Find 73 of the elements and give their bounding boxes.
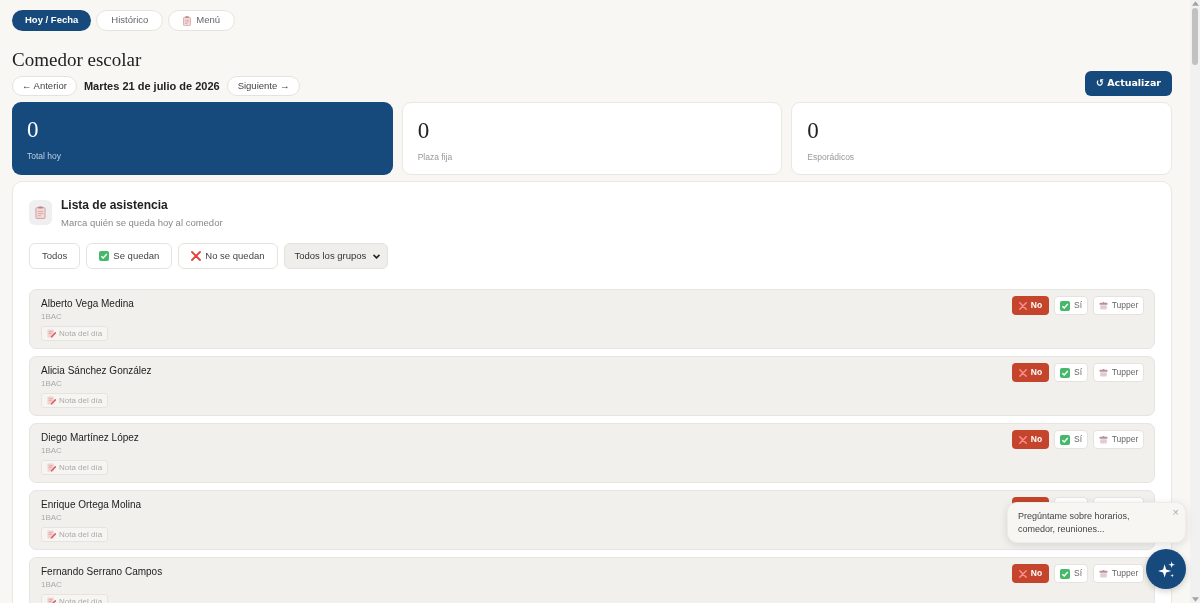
refresh-button[interactable]: ↺ Actualizar (1084, 71, 1172, 96)
stat-label: Total hoy (27, 151, 63, 162)
current-date: Martes 21 de julio de 2026 (83, 78, 220, 94)
no-button[interactable]: No (1012, 363, 1049, 382)
next-day-button[interactable]: Siguiente → (226, 76, 301, 96)
student-name: Alberto Vega Medina (41, 298, 134, 310)
stat-value: 0 (807, 117, 820, 145)
clipboard-icon (183, 15, 192, 26)
check-icon (1060, 300, 1070, 311)
student-group: 1BAC (41, 446, 62, 456)
yes-button[interactable]: Sí (1054, 296, 1088, 315)
tupper-button[interactable]: Tupper (1093, 430, 1144, 449)
cross-icon (1018, 569, 1027, 578)
memo-icon (47, 396, 56, 405)
scroll-up-arrow-icon[interactable] (1191, 1, 1199, 6)
check-icon (1060, 434, 1070, 445)
student-name: Alicia Sánchez González (41, 365, 152, 377)
chevron-down-icon (373, 253, 381, 259)
assistant-button[interactable] (1146, 549, 1186, 589)
student-group: 1BAC (41, 379, 62, 389)
yes-button[interactable]: Sí (1054, 430, 1088, 449)
cross-icon (1018, 368, 1027, 377)
food-container-icon (1098, 569, 1108, 578)
scrollbar-thumb[interactable] (1192, 8, 1198, 65)
clipboard-icon (29, 200, 52, 225)
no-button[interactable]: No (1012, 430, 1049, 449)
student-group: 1BAC (41, 312, 62, 322)
tupper-button[interactable]: Tupper (1093, 564, 1144, 583)
student-group: 1BAC (41, 580, 62, 590)
tupper-button[interactable]: Tupper (1093, 296, 1144, 315)
filter-all-button[interactable]: Todos (29, 243, 81, 269)
tab[interactable]: Hoy / Fecha (12, 10, 92, 31)
scrollbar[interactable] (1190, 0, 1200, 603)
check-icon (99, 251, 110, 261)
memo-icon (47, 329, 56, 338)
stat-card[interactable]: 0 Total hoy (12, 102, 393, 175)
cross-icon (1018, 301, 1027, 310)
group-select[interactable]: Todos los grupos (283, 243, 389, 269)
yes-button[interactable]: Sí (1054, 564, 1088, 583)
cross-icon (191, 251, 202, 261)
section-title: Lista de asistencia (61, 198, 169, 213)
sparkle-icon (1157, 560, 1175, 578)
stat-label: Esporádicos (807, 152, 856, 163)
scroll-down-arrow-icon[interactable] (1191, 597, 1199, 602)
student-name: Fernando Serrano Campos (41, 566, 163, 578)
page-title: Comedor escolar (12, 48, 143, 72)
stat-card[interactable]: 0 Plaza fija (401, 102, 783, 175)
check-icon (1060, 367, 1070, 378)
student-name: Enrique Ortega Molina (41, 499, 142, 511)
check-icon (1060, 568, 1070, 579)
student-group: 1BAC (41, 513, 62, 523)
section-subtitle: Marca quién se queda hoy al comedor (61, 217, 223, 229)
filter-staying-button[interactable]: Se quedan (86, 243, 173, 269)
tab[interactable]: Histórico (96, 10, 164, 31)
stat-value: 0 (27, 116, 40, 144)
memo-icon (47, 530, 56, 539)
food-container-icon (1098, 368, 1108, 377)
stat-card[interactable]: 0 Esporádicos (791, 102, 1172, 175)
food-container-icon (1098, 301, 1108, 310)
memo-icon (47, 463, 56, 472)
stat-value: 0 (417, 117, 431, 145)
no-button[interactable]: No (1012, 296, 1049, 315)
assistant-message: Pregúntame sobre horarios, comedor, reuniones... (1018, 510, 1131, 536)
cross-icon (1018, 435, 1027, 444)
food-container-icon (1098, 435, 1108, 444)
filter-not-staying-button[interactable]: No se quedan (178, 243, 278, 269)
yes-button[interactable]: Sí (1054, 363, 1088, 382)
no-button[interactable]: No (1012, 564, 1049, 583)
student-name: Diego Martínez López (41, 432, 139, 444)
tab[interactable]: Menú (168, 10, 236, 31)
previous-day-button[interactable]: ← Anterior (12, 76, 77, 96)
stat-label: Plaza fija (417, 152, 454, 163)
tupper-button[interactable]: Tupper (1093, 363, 1144, 382)
